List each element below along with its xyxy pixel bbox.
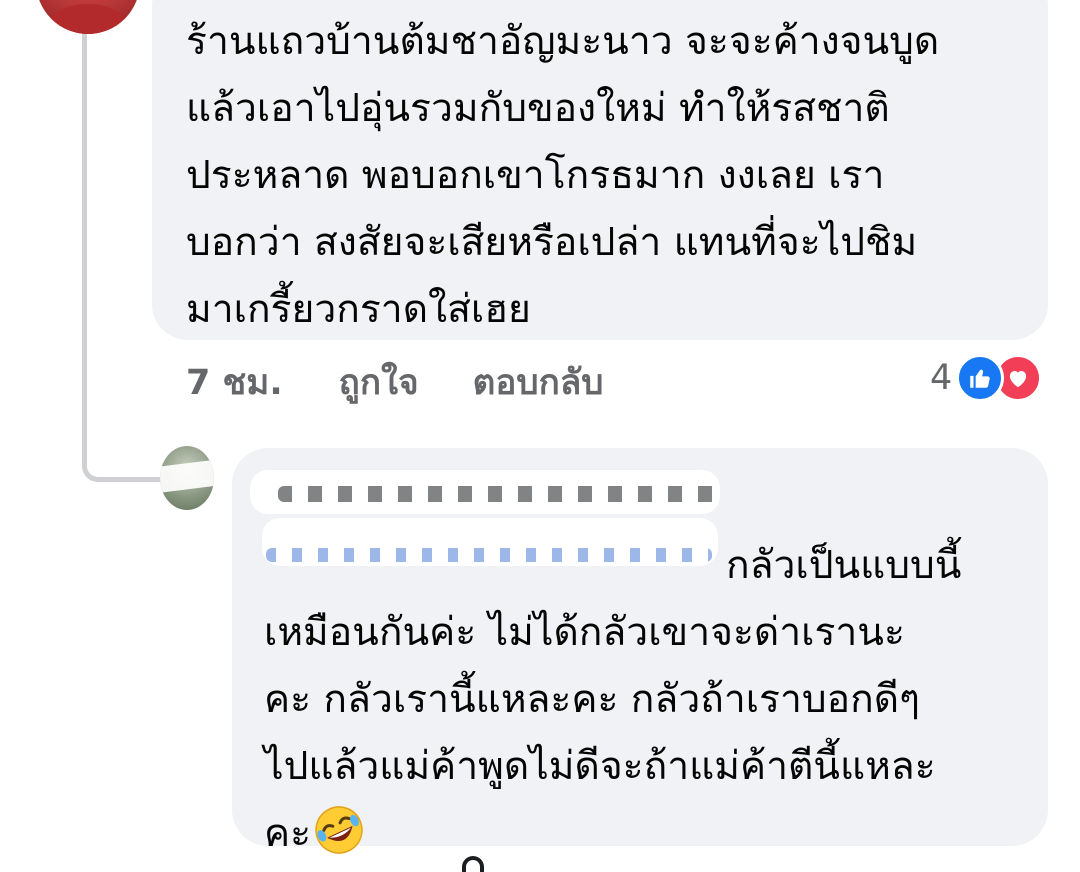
- comment-text-line: แล้วเอาไปอุ่นรวมกับของใหม่ ทำให้รสชาติ: [186, 86, 890, 131]
- redaction-scribble: [160, 447, 214, 495]
- comment-actions: 7 ชม. ถูกใจ ตอบกลับ: [186, 350, 603, 414]
- reply-text-line: เหมือนกันค่ะ ไม่ได้กลัวเขาจะด่าเรานะ: [264, 610, 905, 655]
- redacted-name-remnant: [278, 486, 718, 502]
- reply-text-line: คะ: [264, 800, 1018, 867]
- like-button[interactable]: ถูกใจ: [339, 355, 419, 410]
- replier-avatar[interactable]: [160, 446, 214, 510]
- reaction-summary[interactable]: 4: [930, 354, 1043, 402]
- comment-text-line: มาเกรี้ยวกราดใส่เฮย: [186, 287, 531, 332]
- redacted-mention-remnant: [266, 548, 712, 562]
- reply-text-line: ไปแล้วแม่ค้าพูดไม่ดีจะถ้าแม่ค้าตีนี้แหละ: [264, 744, 936, 789]
- comment-text-line: ประหลาด พอบอกเขาโกรธมาก งงเลย เรา: [186, 153, 885, 198]
- rolling-on-floor-laughing-emoji: [315, 806, 363, 854]
- comment-bubble: ร้านแถวบ้านต้มชาอัญมะนาว จะจะค้างจนบูด แ…: [152, 0, 1048, 340]
- comment-timestamp[interactable]: 7 ชม.: [186, 355, 283, 410]
- reply-text-line: คะ กลัวเรานี้แหละคะ กลัวถ้าเราบอกดีๆ: [264, 677, 920, 722]
- avatar-figure: [46, 4, 130, 34]
- comment-thread: ร้านแถวบ้านต้มชาอัญมะนาว จะจะค้างจนบูด แ…: [0, 0, 1080, 872]
- commenter-avatar[interactable]: [36, 0, 140, 34]
- reply-button[interactable]: ตอบกลับ: [473, 355, 604, 410]
- next-comment-edge: [462, 856, 484, 872]
- like-icon: [956, 354, 1005, 402]
- reaction-count: 4: [930, 358, 953, 398]
- reply-last-word: คะ: [264, 811, 312, 856]
- comment-text-line: บอกว่า สงสัยจะเสียหรือเปล่า แทนที่จะไปชิ…: [186, 220, 918, 265]
- comment-text-line: ร้านแถวบ้านต้มชาอัญมะนาว จะจะค้างจนบูด: [186, 19, 940, 64]
